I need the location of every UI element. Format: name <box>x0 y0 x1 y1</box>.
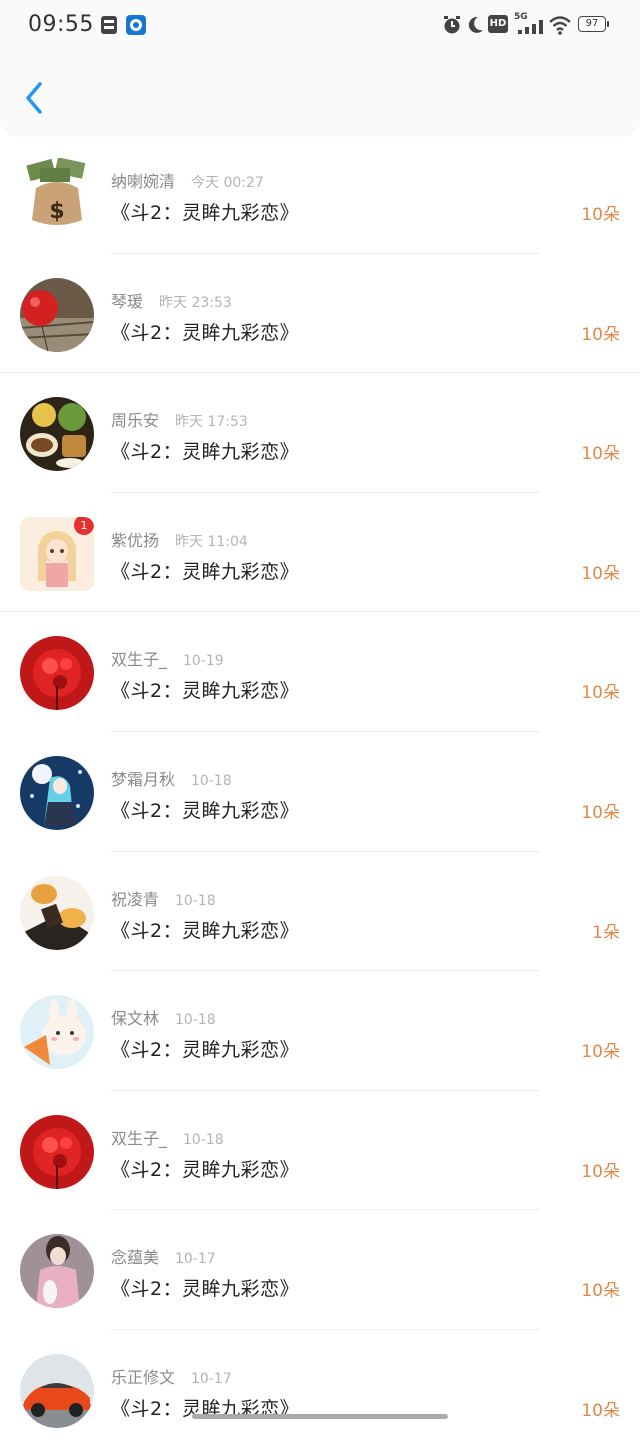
sender-name: 保文林 10-18 <box>111 1005 216 1029</box>
svg-text:1: 1 <box>81 519 88 532</box>
sender-name: 紫优扬 昨天 11:04 <box>111 527 248 551</box>
sender-name-text: 梦霜月秋 <box>111 769 176 789</box>
avatar[interactable] <box>20 1114 94 1189</box>
gift-time: 10-19 <box>183 653 224 670</box>
list-item[interactable]: 双生子_ 10-19 《斗2：灵眸九彩恋》 10朵 <box>0 612 640 732</box>
book-title: 《斗2：灵眸九彩恋》 <box>111 441 300 464</box>
sender-name-text: 纳喇婉清 <box>111 172 176 191</box>
status-time: 09:55 <box>28 12 94 37</box>
gift-time: 10-18 <box>175 1012 216 1029</box>
list-item[interactable]: 保文林 10-18 《斗2：灵眸九彩恋》 10朵 <box>0 971 640 1091</box>
battery-icon: 97 <box>578 16 610 34</box>
gift-time: 10-18 <box>183 1131 224 1148</box>
book-title: 《斗2：灵眸九彩恋》 <box>111 919 300 942</box>
book-title: 《斗2：灵眸九彩恋》 <box>111 799 300 822</box>
chevron-left-icon <box>26 82 42 114</box>
gift-amount: 10朵 <box>581 683 620 704</box>
gift-amount: 10朵 <box>581 444 620 465</box>
sender-name-text: 双生子_ <box>111 1128 168 1148</box>
list-item[interactable]: 祝凌青 10-18 《斗2：灵眸九彩恋》 1朵 <box>0 852 640 972</box>
gift-time: 今天 00:27 <box>191 175 264 191</box>
gift-list: $ 纳喇婉清 今天 00:27 《斗2：灵眸九彩恋》 10朵 琴瑗 昨天 23:53… <box>0 134 640 1450</box>
book-title: 《斗2：灵眸九彩恋》 <box>111 321 300 344</box>
app-notification-icon <box>126 15 146 35</box>
gift-amount: 10朵 <box>581 802 620 823</box>
gift-amount: 10朵 <box>581 1281 620 1302</box>
avatar[interactable] <box>20 875 94 950</box>
gift-amount: 10朵 <box>581 324 620 345</box>
gift-amount: 10朵 <box>581 1161 620 1182</box>
list-item[interactable]: 双生子_ 10-18 《斗2：灵眸九彩恋》 10朵 <box>0 1091 640 1211</box>
sender-name: 双生子_ 10-18 <box>111 1125 224 1149</box>
gift-amount: 1朵 <box>592 922 620 943</box>
sender-name-text: 乐正修文 <box>111 1367 176 1387</box>
sender-name-text: 紫优扬 <box>111 530 160 550</box>
alarm-icon <box>444 16 460 34</box>
home-indicator[interactable] <box>192 1414 448 1419</box>
header <box>0 52 640 134</box>
book-title: 《斗2：灵眸九彩恋》 <box>111 680 300 703</box>
sender-name-text: 保文林 <box>111 1009 160 1029</box>
book-title: 《斗2：灵眸九彩恋》 <box>111 560 300 583</box>
avatar[interactable] <box>20 755 94 830</box>
sender-name-text: 双生子_ <box>111 650 168 670</box>
sender-name-text: 念蕴美 <box>111 1248 160 1268</box>
avatar[interactable] <box>20 995 94 1070</box>
sim-card-icon <box>101 16 117 34</box>
gift-amount: 10朵 <box>581 205 620 225</box>
sender-name: 周乐安 昨天 17:53 <box>111 407 248 431</box>
avatar[interactable]: 1 <box>20 516 94 591</box>
sender-name-text: 琴瑗 <box>111 291 144 311</box>
list-item[interactable]: 乐正修文 10-17 《斗2：灵眸九彩恋》 10朵 <box>0 1330 640 1450</box>
sender-name: 念蕴美 10-17 <box>111 1244 216 1268</box>
sender-name: 乐正修文 10-17 <box>111 1364 232 1388</box>
sender-name: 祝凌青 10-18 <box>111 886 216 910</box>
avatar[interactable] <box>20 277 94 352</box>
sender-name: 琴瑗 昨天 23:53 <box>111 288 232 312</box>
battery-level: 97 <box>585 18 599 29</box>
signal-5g-icon: 5G <box>514 12 544 36</box>
sender-name-text: 周乐安 <box>111 411 160 431</box>
book-title: 《斗2：灵眸九彩恋》 <box>111 1039 300 1062</box>
avatar[interactable] <box>20 397 94 472</box>
moon-icon <box>468 16 483 33</box>
avatar[interactable] <box>20 1353 94 1428</box>
gift-time: 10-17 <box>175 1251 216 1268</box>
svg-text:$: $ <box>49 199 64 224</box>
sender-name: 纳喇婉清 今天 00:27 <box>111 168 264 192</box>
status-bar: 09:55 HD 5G 97 <box>0 0 640 52</box>
gift-amount: 10朵 <box>581 1400 620 1421</box>
gift-amount: 10朵 <box>581 1042 620 1063</box>
gift-time: 10-17 <box>191 1370 232 1387</box>
list-item[interactable]: $ 纳喇婉清 今天 00:27 《斗2：灵眸九彩恋》 10朵 <box>0 134 640 254</box>
book-title: 《斗2：灵眸九彩恋》 <box>111 202 300 224</box>
list-item[interactable]: 琴瑗 昨天 23:53 《斗2：灵眸九彩恋》 10朵 <box>0 254 640 374</box>
gift-time: 10-18 <box>175 892 216 909</box>
avatar[interactable] <box>20 1234 94 1309</box>
gift-time: 昨天 11:04 <box>175 533 248 550</box>
list-item[interactable]: 念蕴美 10-17 《斗2：灵眸九彩恋》 10朵 <box>0 1210 640 1330</box>
sender-name-text: 祝凌青 <box>111 889 160 909</box>
sender-name: 梦霜月秋 10-18 <box>111 766 232 790</box>
sender-name: 双生子_ 10-19 <box>111 646 224 670</box>
list-item[interactable]: 1 紫优扬 昨天 11:04 《斗2：灵眸九彩恋》 10朵 <box>0 493 640 613</box>
gift-amount: 10朵 <box>581 563 620 584</box>
list-item[interactable]: 周乐安 昨天 17:53 《斗2：灵眸九彩恋》 10朵 <box>0 373 640 493</box>
gift-time: 昨天 17:53 <box>175 414 248 431</box>
gift-time: 昨天 23:53 <box>159 294 232 311</box>
avatar[interactable]: $ <box>20 158 94 232</box>
gift-time: 10-18 <box>191 772 232 789</box>
book-title: 《斗2：灵眸九彩恋》 <box>111 1158 300 1181</box>
list-item[interactable]: 梦霜月秋 10-18 《斗2：灵眸九彩恋》 10朵 <box>0 732 640 852</box>
avatar[interactable] <box>20 636 94 711</box>
wifi-icon <box>549 16 571 35</box>
book-title: 《斗2：灵眸九彩恋》 <box>111 1278 300 1301</box>
hd-icon: HD <box>488 15 508 33</box>
back-button[interactable] <box>18 78 52 118</box>
